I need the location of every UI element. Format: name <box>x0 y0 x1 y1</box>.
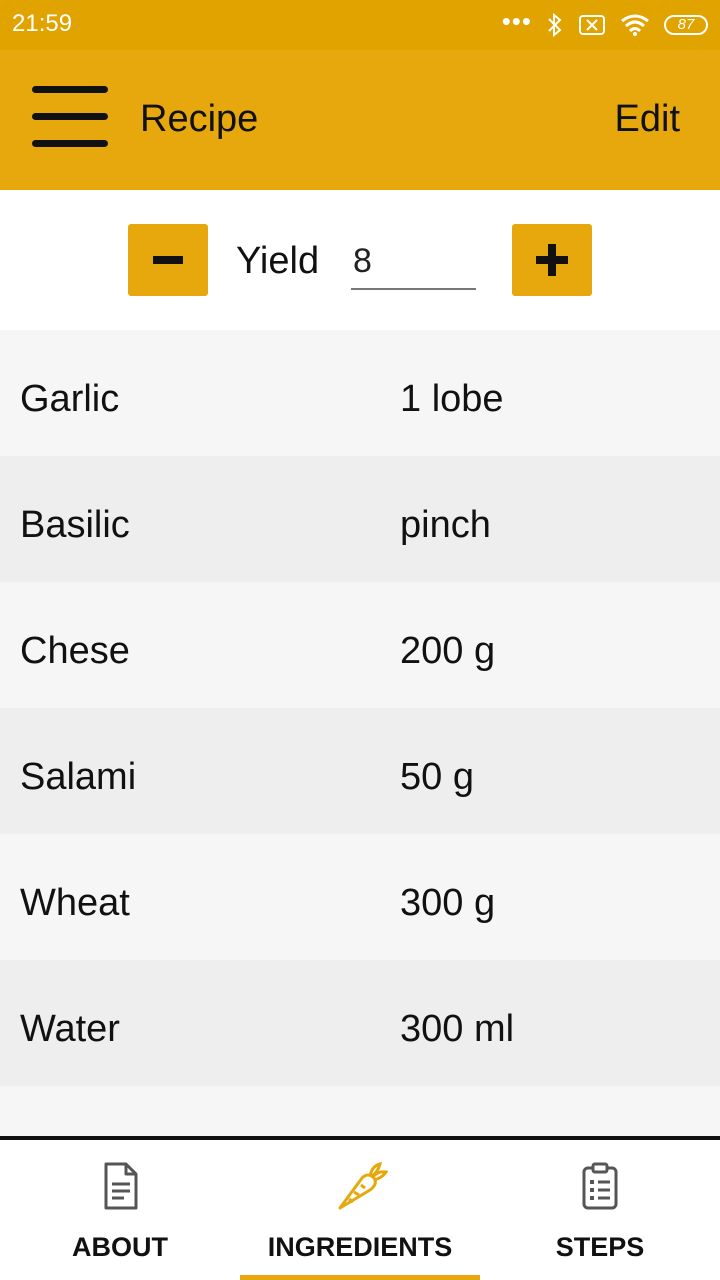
ingredient-name: Wheat <box>20 882 130 924</box>
ingredient-name: Basilic <box>20 504 130 546</box>
tab-steps[interactable]: STEPS <box>480 1140 720 1280</box>
bluetooth-icon <box>548 12 562 38</box>
plus-icon <box>536 244 568 276</box>
tab-label: INGREDIENTS <box>267 1232 453 1262</box>
ingredient-quantity: 300 ml <box>400 1008 515 1050</box>
decrease-yield-button[interactable] <box>128 224 208 296</box>
carrot-icon <box>338 1161 388 1210</box>
ingredient-name: Salami <box>20 756 137 798</box>
yield-input[interactable] <box>351 234 476 290</box>
ingredient-quantity: 1 lobe <box>400 378 504 420</box>
status-icons: ••• 87 <box>501 6 708 40</box>
list-item[interactable]: Garlic 1 lobe <box>0 330 720 456</box>
edit-button[interactable]: Edit <box>615 98 680 141</box>
clipboard-list-icon <box>582 1162 618 1210</box>
battery-level: 87 <box>664 15 708 35</box>
ingredient-name: Chese <box>20 630 130 672</box>
status-time: 21:59 <box>12 10 73 37</box>
list-item[interactable]: Chese 200 g <box>0 582 720 708</box>
minus-icon <box>153 256 183 264</box>
document-icon <box>104 1162 138 1210</box>
tab-label: STEPS <box>555 1232 645 1262</box>
wifi-icon <box>621 14 649 36</box>
tab-label: ABOUT <box>72 1232 168 1262</box>
list-item[interactable]: Basilic pinch <box>0 456 720 582</box>
ingredient-name: Water <box>20 1008 120 1050</box>
more-dots-icon: ••• <box>501 6 532 36</box>
bottom-navigation: ABOUT INGREDIENTS STEPS <box>0 1136 720 1280</box>
list-item[interactable]: Water 300 ml <box>0 960 720 1086</box>
battery-icon: 87 <box>664 15 708 35</box>
yield-controls: Yield <box>0 190 720 330</box>
ingredient-quantity: 300 g <box>400 882 496 924</box>
ingredients-list: Garlic 1 lobe Basilic pinch Chese 200 g … <box>0 330 720 1136</box>
active-tab-indicator <box>240 1275 480 1280</box>
status-bar: 21:59 ••• 87 <box>0 0 720 50</box>
yield-label: Yield <box>236 240 320 282</box>
list-item[interactable]: Salami 50 g <box>0 708 720 834</box>
tab-ingredients[interactable]: INGREDIENTS <box>240 1140 480 1280</box>
app-bar: Recipe Edit <box>0 50 720 190</box>
menu-icon[interactable] <box>28 80 112 160</box>
list-item[interactable]: Wheat 300 g <box>0 834 720 960</box>
ingredient-quantity: 200 g <box>400 630 496 672</box>
sim-off-icon <box>579 15 605 35</box>
ingredient-quantity: pinch <box>400 504 491 546</box>
ingredient-quantity: 50 g <box>400 756 474 798</box>
tab-about[interactable]: ABOUT <box>0 1140 240 1280</box>
ingredient-name: Garlic <box>20 378 120 420</box>
page-title: Recipe <box>140 98 259 140</box>
increase-yield-button[interactable] <box>512 224 592 296</box>
